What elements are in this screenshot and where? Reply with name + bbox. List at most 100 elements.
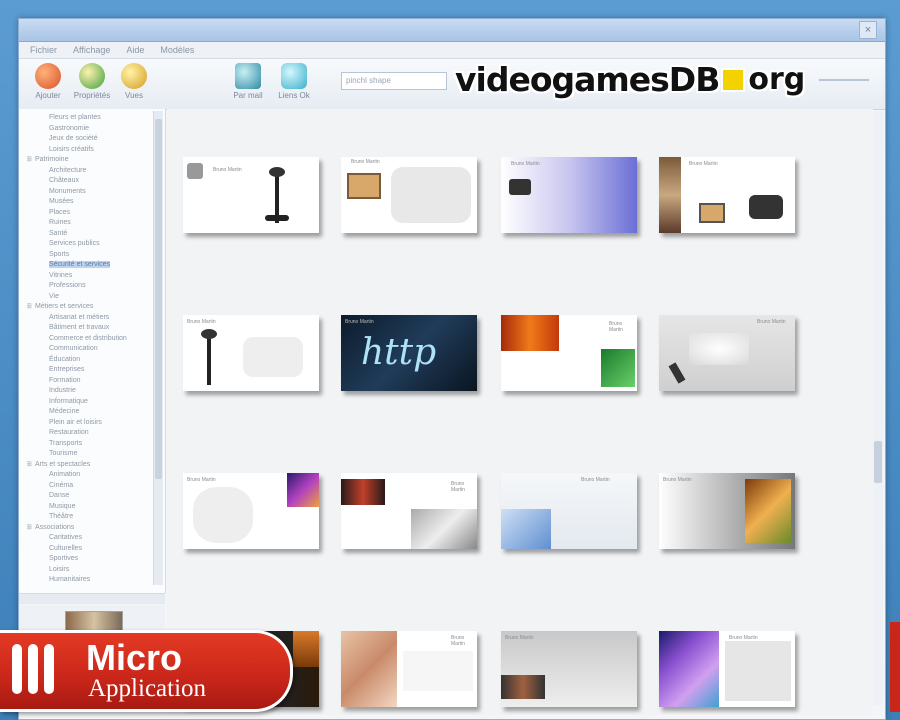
tree-item[interactable]: Artisanat et métiers — [27, 313, 153, 324]
tree-item[interactable]: Plein air et loisirs — [27, 418, 153, 429]
tree-item-label: Patrimoine — [35, 156, 69, 163]
tree-item[interactable]: Loisirs créatifs — [27, 145, 153, 156]
tree-group[interactable]: Associations — [27, 523, 153, 534]
tree-item[interactable]: Vitrines — [27, 271, 153, 282]
tree-item-label: Loisirs créatifs — [49, 145, 94, 153]
videogamesdb-watermark: videogamesDB org — [455, 60, 805, 99]
tree-item[interactable]: Industrie — [27, 386, 153, 397]
tree-item[interactable]: Santé — [27, 229, 153, 240]
right-red-edge — [890, 622, 900, 712]
template-card[interactable]: Bruno Martin — [659, 473, 795, 549]
tree-item[interactable]: Médecine — [27, 407, 153, 418]
template-card[interactable]: Bruno Martin — [501, 631, 637, 707]
links-button-label: Liens Ok — [278, 91, 310, 100]
menu-item-view[interactable]: Affichage — [70, 45, 113, 55]
tree-item[interactable]: Fleurs et plantes — [27, 113, 153, 124]
template-card[interactable]: Bruno Martin — [501, 473, 637, 549]
menu-item-help[interactable]: Aide — [123, 45, 147, 55]
tree-item[interactable]: Humanitaires — [27, 575, 153, 586]
app-window: × Fichier Affichage Aide Modèles Ajouter… — [18, 18, 886, 720]
tree-item[interactable]: Architecture — [27, 166, 153, 177]
tree-group[interactable]: Arts et spectacles — [27, 460, 153, 471]
tree-item[interactable]: Cinéma — [27, 481, 153, 492]
search-field[interactable] — [819, 79, 869, 81]
tree-item-label: Sécurité et services — [49, 261, 111, 268]
tree-group[interactable]: Métiers et services — [27, 302, 153, 313]
tree-item[interactable]: Sports — [27, 250, 153, 261]
template-card[interactable]: Bruno Martin — [501, 315, 637, 391]
tree-item[interactable]: Entreprises — [27, 365, 153, 376]
mail-button[interactable]: Par mail — [227, 63, 269, 100]
tree-item[interactable]: Services publics — [27, 239, 153, 250]
add-button[interactable]: Ajouter — [27, 63, 69, 100]
tree-item-label: Loisirs — [49, 565, 70, 573]
tree-item[interactable]: Restauration — [27, 428, 153, 439]
tree-item[interactable]: Informatique — [27, 397, 153, 408]
sidebar-horizontal-scrollbar[interactable] — [19, 593, 165, 604]
tree-item[interactable]: Vie pratique — [27, 586, 153, 588]
tree-item[interactable]: Commerce et distribution — [27, 334, 153, 345]
tree-item-label: Vie — [49, 292, 59, 300]
template-card[interactable]: Bruno Martin — [659, 631, 795, 707]
tree-item-label: Vie pratique — [49, 587, 86, 588]
tree-item[interactable]: Théâtre — [27, 512, 153, 523]
gallery-scrollbar[interactable] — [873, 111, 883, 705]
tree-item[interactable]: Vie — [27, 292, 153, 303]
tree-item[interactable]: Loisirs — [27, 565, 153, 576]
sidebar-scroll-thumb[interactable] — [155, 119, 162, 479]
tree-item[interactable]: Communication — [27, 344, 153, 355]
tree-item[interactable]: Éducation — [27, 355, 153, 366]
tree-item[interactable]: Caritatives — [27, 533, 153, 544]
template-card[interactable]: Bruno Martin — [659, 157, 795, 233]
tree-item[interactable]: Monuments — [27, 187, 153, 198]
tree-item[interactable]: Sécurité et services — [27, 260, 153, 271]
tree-item-label: Caritatives — [49, 534, 83, 541]
template-card[interactable]: Bruno Martin — [341, 157, 477, 233]
tree-item[interactable]: Jeux de société — [27, 134, 153, 145]
tree-item-label: Informatique — [49, 397, 88, 405]
template-card[interactable]: Bruno Martin — [183, 315, 319, 391]
views-button[interactable]: Vues — [113, 63, 155, 100]
tree-item[interactable]: Musique — [27, 502, 153, 513]
tree-item[interactable]: Ruines — [27, 218, 153, 229]
tree-item[interactable]: Bâtiment et travaux — [27, 323, 153, 334]
card-name-text: Bruno Martin — [187, 319, 216, 325]
tree-item-label: Sports — [49, 250, 70, 258]
template-card[interactable]: Bruno Martin — [659, 315, 795, 391]
template-card[interactable]: Bruno Martin — [341, 631, 477, 707]
sidebar-scrollbar[interactable] — [153, 111, 163, 585]
tree-item-label: Musées — [49, 198, 74, 205]
close-icon[interactable]: × — [859, 21, 877, 39]
tree-item[interactable]: Professions — [27, 281, 153, 292]
template-card[interactable]: Bruno Martin — [501, 157, 637, 233]
tree-item-label: Jeux de société — [49, 135, 98, 142]
template-card[interactable]: Bruno Martin — [183, 157, 319, 233]
tree-item[interactable]: Culturelles — [27, 544, 153, 555]
menu-item-file[interactable]: Fichier — [27, 45, 60, 55]
card-name-text: Bruno Martin — [351, 159, 380, 165]
properties-button[interactable]: Propriétés — [71, 63, 113, 100]
tree-item[interactable]: Tourisme — [27, 449, 153, 460]
template-card[interactable]: Bruno Martin — [341, 473, 477, 549]
template-card[interactable]: Bruno Martin — [183, 473, 319, 549]
gallery-scroll-thumb[interactable] — [874, 441, 882, 483]
tree-item[interactable]: Formation — [27, 376, 153, 387]
logo-line1: Micro — [86, 637, 183, 678]
tree-item[interactable]: Sportives — [27, 554, 153, 565]
tree-item[interactable]: Transports — [27, 439, 153, 450]
tree-item-label: Châteaux — [49, 177, 79, 184]
tree-item[interactable]: Musées — [27, 197, 153, 208]
card-name-text: Bruno Martin — [757, 319, 786, 325]
tree-item[interactable]: Animation — [27, 470, 153, 481]
tree-group[interactable]: Patrimoine — [27, 155, 153, 166]
tree-item[interactable]: Châteaux — [27, 176, 153, 187]
tree-item[interactable]: Gastronomie — [27, 124, 153, 135]
menu-item-templates[interactable]: Modèles — [157, 45, 197, 55]
tree-item[interactable]: Danse — [27, 491, 153, 502]
tree-item-label: Éducation — [49, 355, 81, 363]
tree-item-label: Gastronomie — [49, 124, 90, 132]
format-combo[interactable]: pinchl shape — [341, 72, 447, 90]
template-card[interactable]: http Bruno Martin — [341, 315, 477, 391]
tree-item[interactable]: Places — [27, 208, 153, 219]
links-button[interactable]: Liens Ok — [273, 63, 315, 100]
